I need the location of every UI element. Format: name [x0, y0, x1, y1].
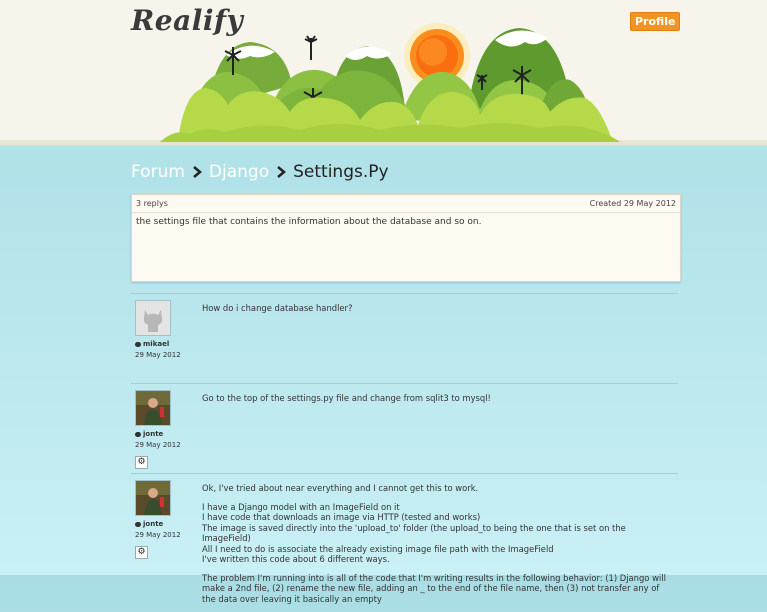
reply-paragraph: Ok, I've tried about near everything and… — [202, 483, 479, 493]
author-name[interactable]: mikael — [135, 340, 169, 348]
site-logo[interactable]: Realify — [131, 4, 243, 37]
reply-paragraph: The problem I'm running into is all of t… — [202, 572, 666, 604]
reply-paragraph: I have a Django model with an ImageField… — [202, 501, 626, 565]
author-label: jonte — [143, 520, 164, 528]
reply-date: 29 May 2012 — [135, 531, 181, 539]
reply-text: Go to the top of the settings.py file an… — [202, 393, 672, 412]
chevron-right-icon — [277, 166, 287, 178]
gear-icon[interactable]: ⚙ — [135, 456, 148, 469]
author-name[interactable]: jonte — [135, 520, 163, 528]
breadcrumb: Forum Django Settings.Py — [131, 162, 389, 182]
breadcrumb-link-forum[interactable]: Forum — [131, 162, 185, 182]
avatar — [135, 480, 171, 516]
reply-paragraph: Go to the top of the settings.py file an… — [202, 393, 491, 403]
profile-button[interactable]: Profile — [630, 12, 681, 31]
user-photo-avatar-icon — [136, 391, 170, 425]
avatar — [135, 390, 171, 426]
chevron-right-icon — [193, 166, 202, 178]
octocat-default-avatar-icon — [136, 301, 170, 335]
author-name[interactable]: jonte — [135, 430, 163, 438]
user-photo-avatar-icon — [136, 481, 170, 515]
page-title: Settings.Py — [293, 162, 389, 182]
avatar — [135, 300, 171, 336]
speech-bubble-icon — [135, 341, 141, 347]
site-header: Realify Profile — [0, 0, 767, 146]
reply-date: 29 May 2012 — [135, 441, 181, 449]
author-label: jonte — [143, 430, 164, 438]
topic-body: the settings file that contains the info… — [136, 217, 482, 227]
reply-item: jonte 29 May 2012 ⚙ Go to the top of the… — [131, 383, 678, 474]
reply-item: jonte 29 May 2012 ⚙ Ok, I've tried about… — [131, 473, 678, 604]
reply-paragraph: How do i change database handler? — [202, 303, 353, 313]
topic-card: 3 replys Created 29 May 2012 the setting… — [131, 194, 681, 282]
topic-meta: 3 replys Created 29 May 2012 — [132, 195, 680, 213]
created-date: Created 29 May 2012 — [589, 199, 676, 208]
reply-count: 3 replys — [136, 199, 168, 208]
reply-item: mikael 29 May 2012 How do i change datab… — [131, 293, 678, 384]
speech-bubble-icon — [135, 431, 141, 437]
reply-text: Ok, I've tried about near everything and… — [202, 483, 672, 612]
reply-text: How do i change database handler? — [202, 303, 672, 322]
speech-bubble-icon — [135, 521, 141, 527]
breadcrumb-link-django[interactable]: Django — [209, 162, 269, 182]
author-label: mikael — [143, 340, 170, 348]
reply-date: 29 May 2012 — [135, 351, 181, 359]
gear-icon[interactable]: ⚙ — [135, 546, 148, 559]
